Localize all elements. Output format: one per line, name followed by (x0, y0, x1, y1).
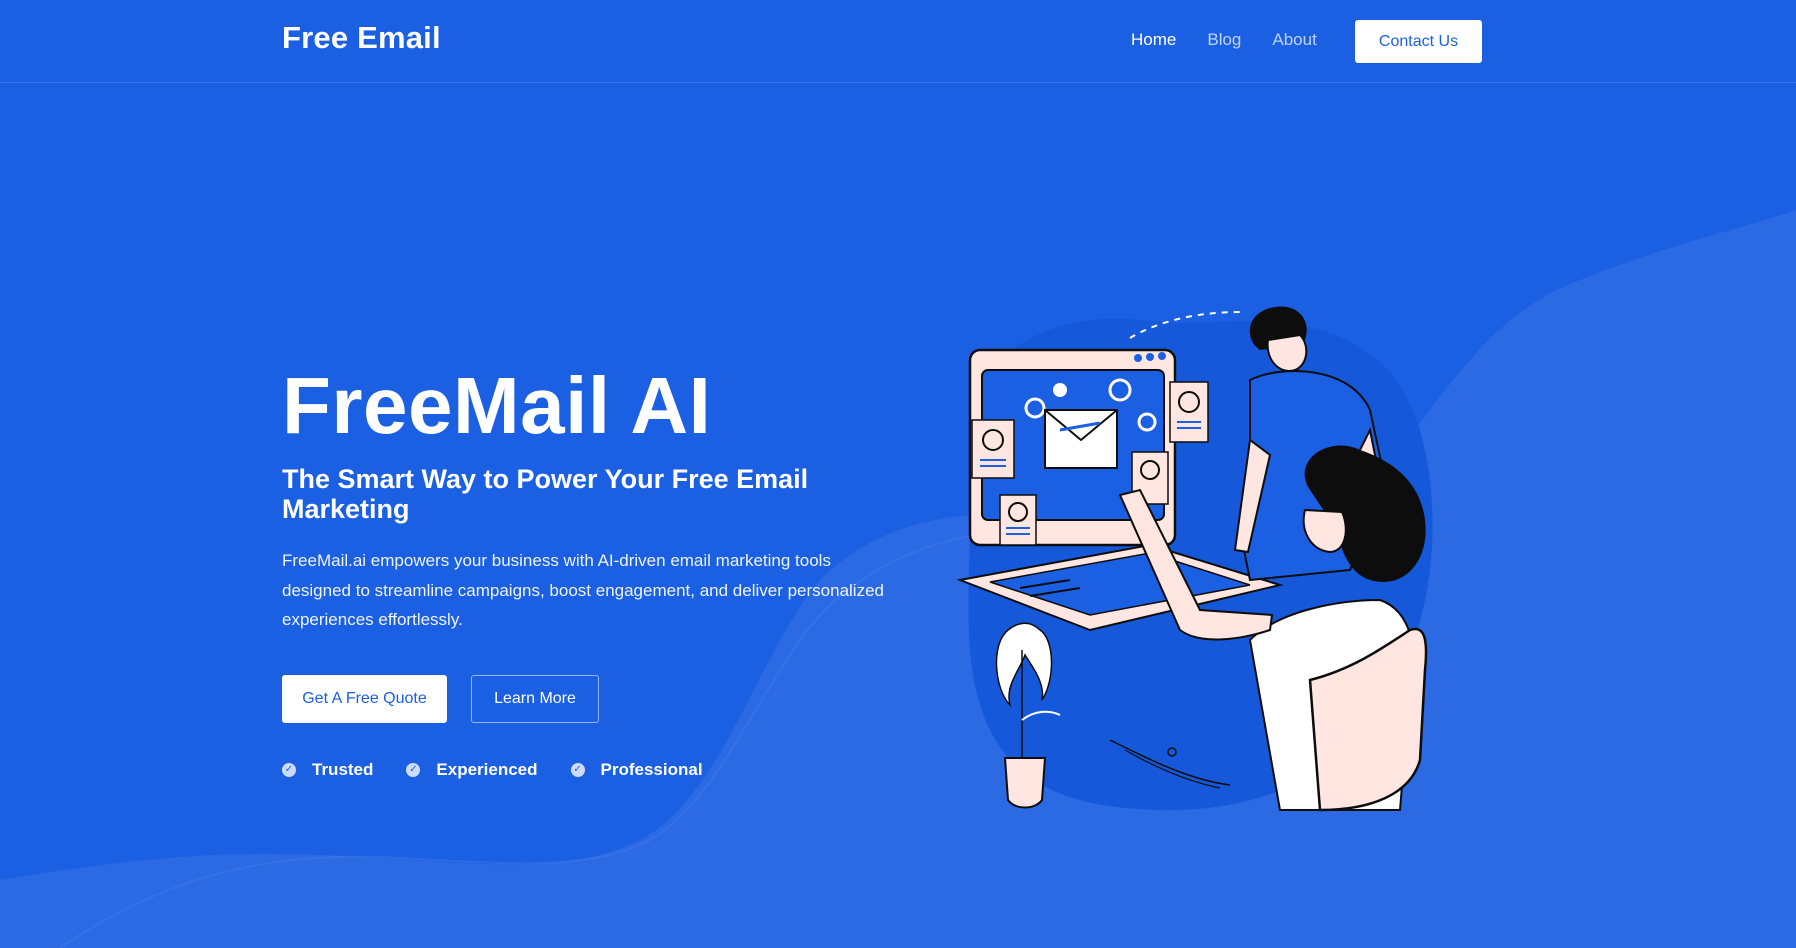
brand-logo[interactable]: Free Email (282, 20, 441, 56)
contact-us-button[interactable]: Contact Us (1355, 20, 1482, 63)
profile-card (971, 419, 1015, 479)
check-circle-icon: ✓ (406, 762, 421, 777)
get-quote-button[interactable]: Get A Free Quote (282, 674, 447, 723)
nav-link-blog[interactable]: Blog (1207, 30, 1241, 50)
profile-card (999, 494, 1037, 546)
envelope-icon (1044, 409, 1118, 469)
profile-card (1169, 381, 1209, 443)
hero-subtitle: The Smart Way to Power Your Free Email M… (282, 464, 809, 525)
nav-links: Home Blog About (1131, 30, 1348, 50)
hero-illustration (956, 306, 1433, 812)
feature-label: Trusted (312, 759, 374, 779)
feature-professional: ✓ Professional (570, 759, 703, 780)
nav-link-home[interactable]: Home (1131, 30, 1176, 50)
hero-content: FreeMail AI The Smart Way to Power Your … (282, 362, 902, 780)
feature-trusted: ✓ Trusted (282, 760, 373, 780)
feature-list: ✓ Trusted ✓ Experienced ✓ Professional (282, 760, 902, 780)
feature-label: Experienced (436, 759, 538, 779)
feature-experienced: ✓ Experienced (406, 759, 538, 780)
hero-title: FreeMail AI (282, 361, 712, 450)
feature-label: Professional (600, 759, 703, 779)
check-circle-icon: ✓ (570, 762, 585, 777)
cta-buttons: Get A Free Quote Learn More (282, 674, 902, 723)
learn-more-button[interactable]: Learn More (471, 674, 599, 723)
nav-link-about[interactable]: About (1272, 30, 1316, 50)
check-circle-icon: ✓ (282, 762, 296, 777)
hero-description: FreeMail.ai empowers your business with … (282, 551, 884, 630)
navbar: Free Email Home Blog About Contact Us (0, 0, 1796, 83)
